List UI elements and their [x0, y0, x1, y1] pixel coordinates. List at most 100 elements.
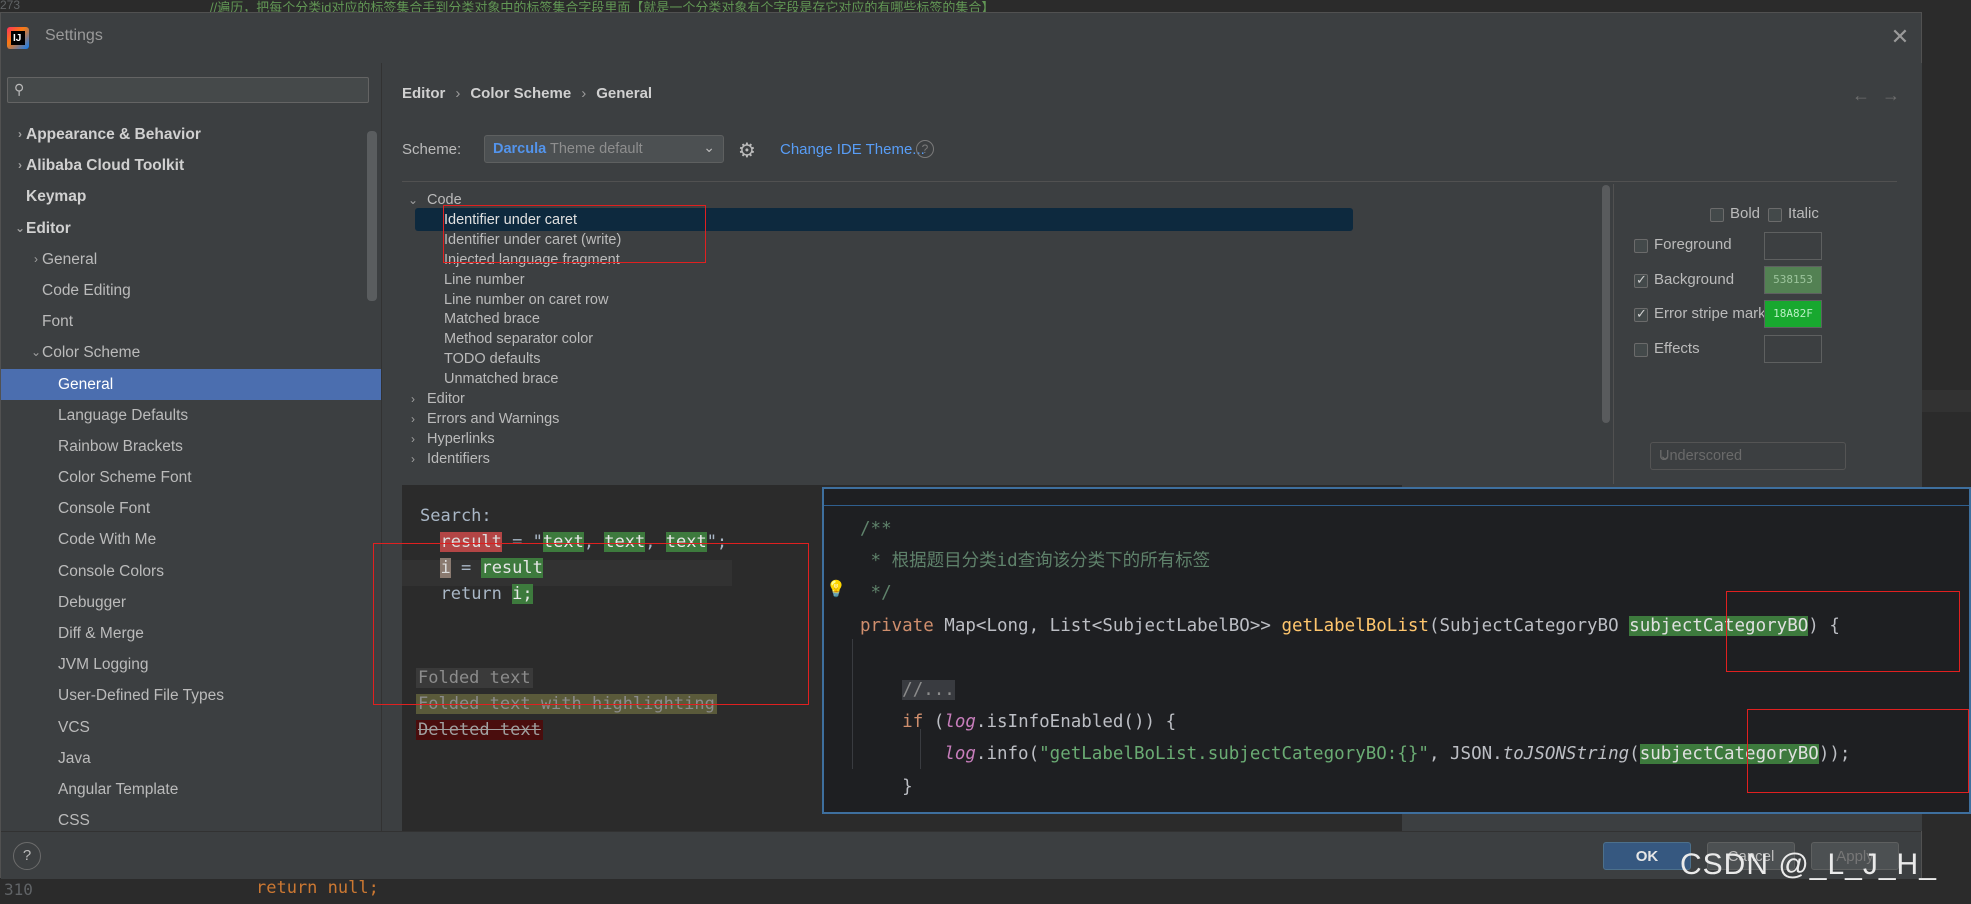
bold-checkbox[interactable] — [1710, 208, 1724, 222]
change-ide-theme-link[interactable]: Change IDE Theme... — [780, 141, 925, 158]
code-line: */ — [860, 583, 892, 604]
intellij-logo-icon: IJ — [7, 27, 29, 49]
folded-text-highlight: Folded text with highlighting — [416, 694, 717, 714]
sidebar-item-code-with-me[interactable]: Code With Me — [1, 524, 381, 555]
preview-line: return i; — [440, 584, 533, 604]
error-stripe-label: Error stripe mark — [1654, 305, 1766, 322]
settings-sidebar: ⚲ › Appearance & Behavior › Alibaba Cloud T… — [1, 63, 382, 831]
sidebar-item-label: Console Font — [58, 500, 151, 518]
highlighted-parameter: subjectCategoryBO — [1639, 744, 1819, 765]
code-line: log.info("getLabelBoList.subjectCategory… — [944, 744, 1851, 765]
scheme-name: Darcula — [493, 141, 547, 157]
sidebar-item-alibaba-cloud-toolkit[interactable]: › Alibaba Cloud Toolkit — [1, 150, 381, 181]
write-identifier: result — [440, 532, 502, 552]
color-options-tree: ⌄ Code Identifier under caret Identifier un… — [402, 184, 1357, 484]
sidebar-scrollbar[interactable] — [367, 131, 377, 301]
sidebar-item-console-colors[interactable]: Console Colors — [1, 556, 381, 587]
back-arrow-icon[interactable]: ← — [1852, 85, 1870, 106]
sidebar-item-code-editing[interactable]: Code Editing — [1, 275, 381, 306]
sidebar-item-color-scheme-font[interactable]: Color Scheme Font — [1, 462, 381, 493]
effects-type-dropdown[interactable]: Underscored ⌄ — [1650, 442, 1846, 470]
sidebar-item-appearance-behavior[interactable]: › Appearance & Behavior — [1, 119, 381, 150]
foreground-swatch[interactable] — [1764, 232, 1822, 260]
chevron-right-icon[interactable]: › — [406, 447, 420, 472]
bold-label: Bold — [1730, 205, 1761, 222]
sidebar-item-font[interactable]: Font — [1, 306, 381, 337]
sidebar-item-keymap[interactable]: Keymap — [1, 181, 381, 212]
sidebar-item-jvm-logging[interactable]: JVM Logging — [1, 649, 381, 680]
effects-label: Effects — [1654, 340, 1700, 357]
effects-checkbox[interactable] — [1634, 343, 1648, 357]
dialog-title: Settings — [45, 27, 103, 44]
sidebar-item-general[interactable]: › General — [1, 244, 381, 275]
help-icon[interactable]: ? — [916, 140, 934, 158]
sidebar-item-angular-template[interactable]: Angular Template — [1, 774, 381, 805]
chevron-down-icon[interactable]: ⌄ — [29, 337, 43, 368]
sidebar-item-language-defaults[interactable]: Language Defaults — [1, 400, 381, 431]
code-line: } — [902, 776, 913, 797]
italic-label: Italic — [1788, 205, 1819, 222]
chevron-right-icon[interactable]: › — [29, 244, 43, 275]
chevron-right-icon[interactable]: › — [13, 150, 27, 181]
sidebar-item-diff-merge[interactable]: Diff & Merge — [1, 618, 381, 649]
preview-code: Search: result = "text, text, text"; i =… — [420, 503, 727, 607]
settings-tree: › Appearance & Behavior › Alibaba Cloud Too… — [1, 119, 381, 836]
chevron-down-icon[interactable]: ⌄ — [13, 213, 27, 244]
sidebar-item-label: Font — [42, 313, 74, 331]
sidebar-item-label: General — [58, 375, 114, 393]
gear-icon[interactable]: ⚙ — [738, 138, 756, 163]
sidebar-item-editor[interactable]: ⌄ Editor — [1, 213, 381, 244]
sidebar-item-rainbow-brackets[interactable]: Rainbow Brackets — [1, 431, 381, 462]
highlighted-parameter: subjectCategoryBO — [1629, 615, 1809, 636]
search-input[interactable] — [34, 80, 358, 102]
italic-checkbox[interactable] — [1768, 208, 1782, 222]
sidebar-item-label: Debugger — [58, 593, 127, 611]
background-checkbox[interactable] — [1634, 272, 1648, 288]
sidebar-item-label: JVM Logging — [58, 656, 149, 674]
sidebar-item-java[interactable]: Java — [1, 743, 381, 774]
sidebar-item-color-scheme[interactable]: ⌄ Color Scheme — [1, 337, 381, 368]
sidebar-item-label: Color Scheme — [42, 344, 141, 362]
chevron-down-icon: ⌄ — [1659, 448, 1672, 464]
sidebar-item-debugger[interactable]: Debugger — [1, 587, 381, 618]
close-icon[interactable]: ✕ — [1889, 26, 1911, 48]
sidebar-item-label: General — [42, 250, 98, 268]
sidebar-item-console-font[interactable]: Console Font — [1, 493, 381, 524]
breadcrumb-editor: Editor — [402, 85, 446, 102]
background-label: Background — [1654, 271, 1735, 288]
deleted-text: Deleted text — [416, 720, 543, 740]
dialog-button-bar: ? OK Cancel Apply — [1, 831, 1921, 879]
forward-arrow-icon[interactable]: → — [1882, 85, 1900, 106]
sidebar-item-label: Code With Me — [58, 531, 157, 549]
effects-swatch[interactable] — [1764, 335, 1822, 363]
help-button[interactable]: ? — [13, 842, 41, 870]
sidebar-item-general[interactable]: General — [1, 368, 381, 400]
sidebar-item-label: Angular Template — [58, 780, 179, 798]
ok-button[interactable]: OK — [1603, 842, 1691, 870]
watermark: CSDN @_L_J_H_ — [1680, 848, 1937, 881]
title-bar[interactable]: IJ Settings ✕ — [1, 13, 1921, 63]
foreground-checkbox[interactable] — [1634, 239, 1648, 253]
settings-search[interactable]: ⚲ — [7, 77, 369, 103]
sidebar-item-user-defined-file-types[interactable]: User-Defined File Types — [1, 680, 381, 711]
scheme-dropdown[interactable]: Darcula Theme default ⌄ — [484, 135, 724, 163]
color-option-label: Identifiers — [427, 450, 490, 467]
code-line: private Map<Long, List<SubjectLabelBO>> … — [860, 615, 1840, 636]
preview-line: Search: — [420, 506, 492, 526]
code-line: * 根据题目分类id查询该分类下的所有标签 — [860, 551, 1211, 572]
color-option-identifiers[interactable]: › Identifiers — [402, 447, 1357, 472]
preview-line: i = result — [440, 558, 543, 578]
error-stripe-checkbox[interactable] — [1634, 306, 1648, 322]
breadcrumb-separator: › — [581, 85, 587, 102]
sidebar-item-vcs[interactable]: VCS — [1, 712, 381, 743]
breadcrumb: Editor › Color Scheme › General — [402, 85, 652, 102]
code-screenshot-overlay: 💡 /** * 根据题目分类id查询该分类下的所有标签 */ private Ma… — [822, 487, 1971, 814]
folded-text: Folded text — [416, 668, 533, 688]
preview-line: result = "text, text, text"; — [440, 532, 728, 552]
error-stripe-swatch[interactable]: 18A82F — [1764, 300, 1822, 328]
background-swatch[interactable]: 538153 — [1764, 266, 1822, 294]
chevron-right-icon[interactable]: › — [13, 119, 27, 150]
options-scrollbar[interactable] — [1602, 185, 1610, 423]
background-code: return null; — [256, 878, 379, 898]
